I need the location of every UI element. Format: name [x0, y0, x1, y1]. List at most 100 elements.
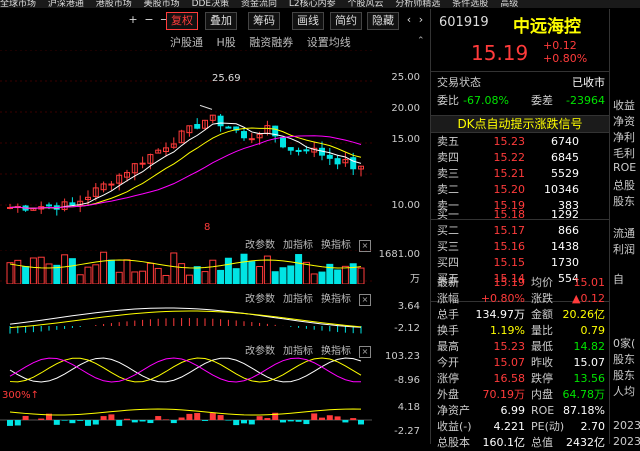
f10-item[interactable]: 2023: [613, 435, 640, 448]
menu-item[interactable]: 资金流向: [241, 0, 277, 8]
indicator-bar: [69, 420, 75, 423]
menu-item[interactable]: 沪深港通: [48, 0, 84, 8]
sell-level-3[interactable]: 卖三15.215529: [431, 166, 609, 182]
kline-chart[interactable]: [0, 50, 372, 220]
level-price: 15.20: [481, 182, 525, 198]
menu-item[interactable]: DDE决策: [192, 0, 230, 8]
menu-item[interactable]: 美股市场: [144, 0, 180, 8]
indicator-bar: [233, 420, 239, 425]
buy-level-2[interactable]: 买二15.17866: [431, 223, 609, 239]
volume-bar: [218, 270, 224, 284]
sell-level-4[interactable]: 卖二 15.20 10346: [431, 182, 609, 198]
indicator-bar: [147, 420, 153, 423]
volume-bar: [108, 260, 114, 284]
buy-level-4[interactable]: 买四15.151730: [431, 255, 609, 271]
indicator-bar: [38, 419, 44, 420]
candle-body: [195, 125, 200, 129]
volume-bar: [280, 268, 286, 284]
f10-item[interactable]: 利润: [613, 241, 635, 257]
menu-item[interactable]: 全球市场: [0, 0, 36, 8]
event-marker[interactable]: 8: [204, 222, 210, 233]
stat-row: 最新15.19均价15.01: [431, 275, 609, 291]
price-change: +0.12 +0.80%: [543, 39, 587, 65]
dk-signal-banner[interactable]: DK点自动提示涨跌信号: [431, 115, 609, 133]
change-value: +0.12: [543, 39, 587, 52]
buy-level-3[interactable]: 买三15.161438: [431, 239, 609, 255]
fuquan-button[interactable]: 复权: [166, 12, 198, 30]
indicator-bar: [77, 420, 83, 421]
candle-body: [140, 163, 145, 164]
margin-link[interactable]: 融资融券: [249, 36, 293, 49]
f10-item[interactable]: 毛利: [613, 145, 635, 161]
simple-mode-button[interactable]: 简约: [330, 12, 362, 30]
draw-line-button[interactable]: 画线: [292, 12, 324, 30]
hide-button[interactable]: 隐藏: [367, 12, 399, 30]
menu-item[interactable]: 条件选股: [452, 0, 488, 8]
indicator-bar: [241, 420, 247, 423]
indicator-bar: [280, 420, 286, 422]
weicha-value: -23964: [566, 93, 605, 109]
overlay-button[interactable]: 叠加: [205, 12, 237, 30]
level-volume: 5529: [551, 166, 579, 182]
kdj-chart[interactable]: [0, 354, 372, 386]
chevron-right-icon[interactable]: ›: [414, 12, 428, 28]
sell-level-2[interactable]: 卖四15.226845: [431, 150, 609, 166]
kdj-line: [10, 358, 361, 382]
level-volume: 10346: [544, 182, 579, 198]
f10-item[interactable]: 总股: [613, 177, 635, 193]
macd-axis-bottom: -2.12: [374, 323, 420, 334]
indicator-bar: [303, 420, 309, 424]
macd-chart[interactable]: [0, 302, 372, 338]
f10-item[interactable]: 净资: [613, 113, 635, 129]
indicator-bar: [140, 420, 146, 421]
indicator-bar: [15, 420, 21, 425]
volume-chart[interactable]: [0, 250, 372, 284]
indicator-bar: [264, 418, 270, 420]
volume-bar: [272, 272, 278, 284]
volume-bar: [77, 275, 83, 284]
level-label: 卖二: [437, 182, 459, 198]
hshare-link[interactable]: H股: [217, 36, 236, 49]
f10-item[interactable]: 自: [613, 271, 624, 287]
f10-item[interactable]: ROE: [613, 161, 636, 174]
f10-item[interactable]: 2023: [613, 419, 640, 432]
stat-row: 总手134.97万金额20.26亿: [431, 307, 609, 323]
expand-icon[interactable]: ⌃: [417, 36, 425, 46]
chips-button[interactable]: 筹码: [248, 12, 280, 30]
menu-item[interactable]: L2核心内参: [289, 0, 336, 8]
hugutong-link[interactable]: 沪股通: [170, 36, 203, 49]
menu-item[interactable]: 个股风云: [348, 0, 384, 8]
f10-item[interactable]: 股东: [613, 351, 635, 367]
level-price: 15.23: [481, 134, 525, 150]
zoom-in-button[interactable]: +: [126, 12, 140, 28]
f10-item[interactable]: 收益: [613, 97, 635, 113]
level-price: 15.17: [481, 223, 525, 239]
menu-item[interactable]: 分析师精选: [395, 0, 440, 8]
zoom-out-button[interactable]: −: [142, 12, 156, 28]
stock-name[interactable]: 中远海控: [513, 12, 581, 37]
level-label: 卖四: [437, 150, 459, 166]
sell-level-1[interactable]: 卖五15.236740: [431, 134, 609, 150]
f10-item[interactable]: 0家(: [613, 335, 635, 351]
ma-settings-link[interactable]: 设置均线: [307, 36, 351, 49]
menu-item[interactable]: 高级: [500, 0, 518, 8]
indicator-axis-top: 4.18: [374, 402, 420, 413]
f10-item[interactable]: 流通: [613, 225, 635, 241]
indicator-bar: [171, 420, 177, 423]
f10-side-panel: 收益净资净利毛利ROE总股股东流通利润自0家(股东股东人均20232023: [609, 9, 640, 444]
top-menu-bar: 全球市场 沪深港通 港股市场 美股市场 DDE决策 资金流向 L2核心内参 个股…: [0, 0, 640, 8]
volume-bar: [194, 267, 200, 284]
f10-item[interactable]: 人均: [613, 383, 635, 399]
buy-level-1[interactable]: 买一15.181292: [431, 207, 609, 223]
f10-item[interactable]: 股东: [613, 367, 635, 383]
indicator-chart[interactable]: [0, 400, 372, 444]
level-label: 买二: [437, 223, 459, 239]
menu-item[interactable]: 港股市场: [96, 0, 132, 8]
f10-item[interactable]: 净利: [613, 129, 635, 145]
stat-row: 净资产6.99ROE87.18%: [431, 403, 609, 419]
level-volume: 6740: [551, 134, 579, 150]
f10-item[interactable]: 股东: [613, 193, 635, 209]
volume-bar: [155, 268, 161, 284]
volume-bar: [241, 254, 247, 284]
candle-body: [288, 148, 293, 151]
